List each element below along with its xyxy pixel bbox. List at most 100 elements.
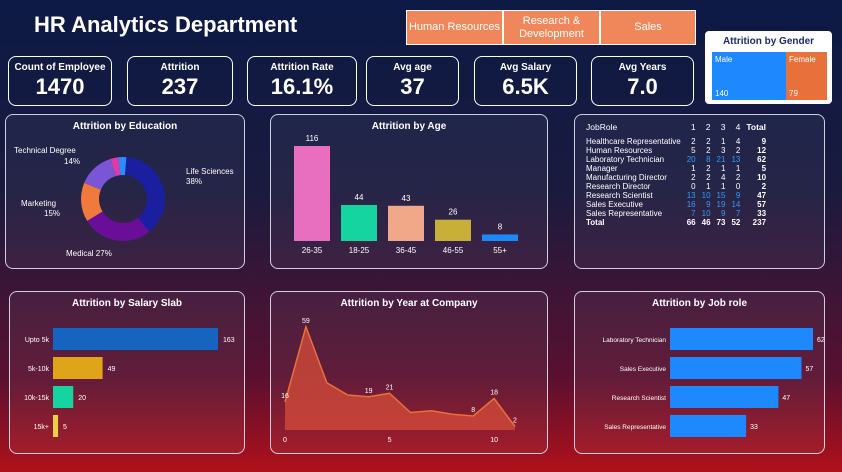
age-bar-value: 8: [498, 222, 503, 231]
table-row[interactable]: Manufacturing Director 2 2 4 2 10: [583, 173, 769, 182]
table-cell: 1: [735, 164, 741, 173]
table-cell: 2: [735, 173, 741, 182]
table-cell: Manufacturing Director: [586, 173, 667, 182]
age-title: Attrition by Age: [371, 121, 447, 132]
table-row[interactable]: Healthcare Representative 2 2 1 4 9: [583, 137, 769, 146]
table-cell: 10: [757, 173, 767, 182]
table-header-cell: 4: [735, 122, 741, 132]
table-row[interactable]: Laboratory Technician 20 8 21 13 62: [583, 155, 769, 164]
salary-category-label: 10k-15k: [24, 395, 49, 402]
age-bar[interactable]: [294, 146, 330, 241]
table-total-row[interactable]: Total 66 46 73 52 237: [583, 218, 769, 227]
salary-bar[interactable]: [53, 415, 59, 437]
salary-category-label: Upto 5k: [25, 337, 50, 344]
label-medical: Medical 27%: [66, 249, 112, 258]
label-marketing: Marketing: [21, 199, 56, 208]
table-header-cell: JobRole: [586, 122, 618, 132]
jobrole-bar[interactable]: [670, 328, 813, 350]
table-cell: 2: [691, 137, 696, 146]
age-bar[interactable]: [482, 234, 518, 241]
jobrole-bar[interactable]: [670, 386, 779, 408]
table-cell: 9: [706, 200, 711, 209]
years-point-label: 8: [471, 407, 475, 414]
kpi-value: 37: [400, 74, 425, 99]
table-row[interactable]: Manager 1 2 1 1 5: [583, 164, 769, 173]
donut-slice-medical[interactable]: [87, 211, 150, 241]
salary-bar[interactable]: [53, 328, 218, 350]
table-cell: 33: [757, 209, 767, 218]
table-row[interactable]: Sales Executive 16 9 19 14 57: [583, 200, 769, 209]
table-cell: Total: [586, 218, 605, 227]
kpi-value: 6.5K: [502, 74, 549, 99]
table-cell: 10: [701, 191, 711, 200]
age-panel: Attrition by Age 116 26-35 44 18-25 43 36-45 2…: [270, 114, 548, 269]
table-cell: Research Scientist: [586, 191, 653, 200]
jobrole-panel: Attrition by Job role Laboratory Technic…: [574, 291, 825, 454]
jobrole-bar[interactable]: [670, 357, 802, 379]
female-bar[interactable]: Female 79: [786, 52, 827, 100]
table-row[interactable]: Sales Representative 7 10 9 7 33: [583, 209, 769, 218]
table-cell: 19: [716, 200, 726, 209]
years-point-label: 2: [513, 418, 517, 425]
female-label: Female: [789, 55, 816, 64]
years-point-label: 16: [281, 393, 289, 400]
table-cell: Manager: [586, 164, 618, 173]
table-cell: 2: [761, 182, 767, 191]
salary-bar[interactable]: [53, 357, 103, 379]
male-bar[interactable]: Male 140: [712, 52, 787, 100]
table-cell: 1: [720, 137, 726, 146]
jobrole-bar[interactable]: [670, 415, 747, 437]
years-title: Attrition by Year at Company: [340, 298, 478, 309]
table-cell: 0: [691, 182, 696, 191]
donut-slice-life-sciences[interactable]: [124, 157, 165, 232]
attrition-by-gender-card: Attrition by Gender Male 140 Female 79: [705, 31, 832, 104]
kpi-avg-age: Avg age 37: [366, 56, 459, 106]
salary-category-label: 5k-10k: [28, 366, 50, 373]
table-cell: 12: [757, 146, 767, 155]
table-cell: 13: [686, 191, 696, 200]
table-cell: 13: [731, 155, 741, 164]
age-bar-value: 43: [402, 194, 411, 203]
table-cell: 7: [735, 209, 741, 218]
table-row[interactable]: Human Resources 5 2 3 2 12: [583, 146, 769, 155]
slicer-human-resources[interactable]: Human Resources: [406, 10, 503, 45]
table-cell: 2: [706, 146, 711, 155]
table-row[interactable]: Research Scientist 13 10 15 9 47: [583, 191, 769, 200]
table-cell: 57: [757, 200, 767, 209]
jobrole-category-label: Sales Executive: [620, 366, 667, 373]
table-cell: 2: [691, 173, 696, 182]
slicer-research-development[interactable]: Research & Development: [503, 10, 600, 45]
table-cell: 62: [757, 155, 767, 164]
table-cell: 0: [735, 182, 741, 191]
table-cell: 5: [761, 164, 767, 173]
jobrole-table-panel: JobRole 1 2 3 4 Total Healthcare Representativ…: [574, 114, 825, 269]
age-bar[interactable]: [388, 205, 424, 241]
table-cell: 237: [752, 218, 767, 227]
kpi-attrition: Attrition 237: [127, 56, 233, 106]
table-cell: 7: [691, 209, 696, 218]
salary-bar-value: 49: [108, 366, 116, 373]
age-bar[interactable]: [435, 219, 471, 241]
table-cell: 1: [706, 182, 711, 191]
table-cell: 3: [720, 146, 726, 155]
table-row[interactable]: Research Director 0 1 1 0 2: [583, 182, 769, 191]
years-x-tick: 0: [283, 437, 287, 444]
department-slicer: Human Resources Research & Development S…: [406, 10, 696, 45]
label-life-sciences: Life Sciences: [186, 167, 234, 176]
table-cell: 10: [701, 209, 711, 218]
kpi-label: Attrition Rate: [270, 62, 334, 73]
kpi-label: Avg Salary: [499, 62, 552, 73]
label-marketing-pct: 15%: [44, 209, 60, 218]
salary-panel: Attrition by Salary Slab Upto 5k 163 5k-10…: [9, 291, 245, 454]
salary-bar[interactable]: [53, 386, 74, 408]
jobrole-bar-value: 62: [817, 337, 824, 344]
slicer-sales[interactable]: Sales: [600, 10, 696, 45]
kpi-avg-salary: Avg Salary 6.5K: [474, 56, 577, 106]
table-cell: 1: [720, 164, 726, 173]
age-bar[interactable]: [341, 204, 377, 241]
years-point-label: 59: [302, 318, 310, 325]
kpi-label: Count of Employee: [14, 62, 106, 73]
table-cell: 4: [735, 137, 741, 146]
male-label: Male: [715, 55, 733, 64]
kpi-value: 16.1%: [270, 74, 334, 99]
